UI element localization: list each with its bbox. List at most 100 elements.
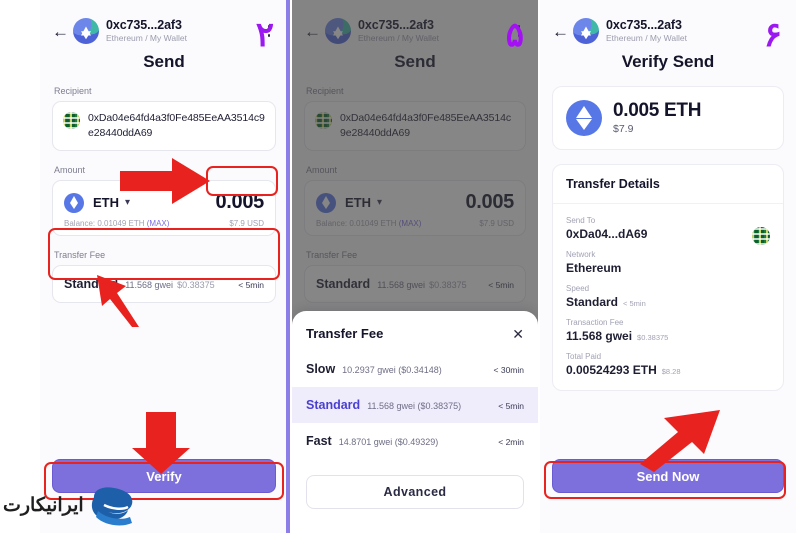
fee-gwei: 11.568 gwei	[377, 280, 426, 291]
detail-value: 11.568 gwei $0.38375	[566, 329, 770, 343]
page-title: Send	[394, 52, 436, 71]
fee-option-slow[interactable]: Slow 10.2937 gwei ($0.34148) < 30min	[292, 351, 538, 387]
detail-row-total-paid: Total Paid 0.00524293 ETH $8.28	[566, 352, 770, 377]
screen-verify-send-step6: ۶ ← 0xc735...2af3 Ethereum / My Wallet V…	[540, 0, 796, 533]
recipient-field[interactable]: 0xDa04e64fd4a3f0Fe485EeAA3514c9e28440ddA…	[52, 101, 276, 152]
detail-value-main: Standard	[566, 295, 619, 309]
wallet-subtitle: Ethereum / My Wallet	[106, 32, 187, 43]
wallet-address[interactable]: 0xc735...2af3	[358, 18, 505, 32]
transfer-fee-bottom-sheet: Transfer Fee ✕ Slow 10.2937 gwei ($0.341…	[292, 311, 538, 533]
amount-value[interactable]: 0.005	[215, 191, 264, 214]
page-left-margin	[0, 0, 40, 533]
amount-value[interactable]: 0.005	[465, 191, 514, 214]
detail-value: 0xDa04...dA69	[566, 227, 648, 241]
chevron-down-icon[interactable]: ▾	[125, 197, 130, 208]
watermark-logo-icon	[91, 487, 133, 526]
panel-divider-1	[286, 0, 290, 533]
transfer-fee-label: Transfer Fee	[54, 250, 106, 261]
balance-amount: Balance: 0.01049 ETH	[64, 219, 145, 229]
recipient-field[interactable]: 0xDa04e64fd4a3f0Fe485EeAA3514c9e28440ddA…	[304, 101, 526, 152]
sheet-title: Transfer Fee	[306, 326, 384, 341]
transfer-fee-section-2: Transfer Fee Standard 11.568 gwei $0.383…	[292, 250, 538, 304]
balance-amount: Balance: 0.01049 ETH	[316, 219, 397, 229]
app-header-1: ← 0xc735...2af3 Ethereum / My Wallet Sen…	[40, 0, 288, 72]
detail-label: Send To	[566, 216, 596, 225]
send-now-button-wrap: Send Now	[552, 459, 784, 493]
screen-send-step2: ۲ ← 0xc735...2af3 Ethereum / My Wallet S…	[40, 0, 288, 533]
max-button[interactable]: (MAX)	[147, 219, 170, 228]
fee-option-eta: < 2min	[498, 437, 524, 447]
recipient-address: 0xDa04e64fd4a3f0Fe485EeAA3514c9e28440ddA…	[88, 112, 265, 140]
fee-option-name: Fast	[306, 434, 332, 448]
fee-option-detail: 11.568 gwei ($0.38375)	[367, 401, 462, 411]
wallet-address[interactable]: 0xc735...2af3	[106, 18, 255, 32]
watermark: ایرانیکارت	[0, 485, 138, 531]
amount-label: Amount	[306, 165, 338, 176]
back-arrow-icon[interactable]: ←	[304, 23, 321, 40]
close-icon[interactable]: ✕	[512, 327, 524, 341]
send-now-button[interactable]: Send Now	[552, 459, 784, 493]
back-arrow-icon[interactable]: ←	[52, 23, 69, 40]
amount-usd: $7.9 USD	[229, 219, 264, 229]
recipient-section-1: Recipient 0xDa04e64fd4a3f0Fe485EeAA3514c…	[40, 86, 288, 152]
wallet-avatar-icon	[73, 18, 99, 44]
fee-option-eta: < 5min	[498, 401, 524, 411]
detail-row-send-to: Send To 0xDa04...dA69	[566, 216, 770, 245]
fee-option-name: Slow	[306, 362, 336, 376]
amount-field[interactable]: ETH ▾ 0.005 Balance: 0.01049 ETH (MAX) $…	[52, 180, 276, 237]
page-right-margin	[796, 0, 800, 533]
max-button[interactable]: (MAX)	[399, 219, 422, 228]
recipient-address: 0xDa04e64fd4a3f0Fe485EeAA3514c9e28440ddA…	[340, 112, 511, 140]
fee-option-detail: 14.8701 gwei ($0.49329)	[338, 437, 439, 447]
transfer-details-card: Transfer Details Send To 0xDa04...dA69 N…	[552, 164, 784, 391]
wallet-subtitle: Ethereum / My Wallet	[358, 32, 439, 43]
recipient-label: Recipient	[306, 86, 344, 96]
transfer-fee-row[interactable]: Standard 11.568 gwei $0.38375 < 5min	[52, 265, 276, 304]
screenshot-root: ۲ ← 0xc735...2af3 Ethereum / My Wallet S…	[0, 0, 800, 533]
wallet-address[interactable]: 0xc735...2af3	[606, 18, 784, 32]
fee-option-eta: < 30min	[493, 365, 524, 375]
detail-value-sub: $8.28	[661, 367, 681, 376]
amount-label: Amount	[54, 165, 86, 176]
app-header-2: ← 0xc735...2af3 Ethereum / My Wallet Sen…	[292, 0, 538, 72]
advanced-button[interactable]: Advanced	[306, 475, 524, 509]
wallet-avatar-icon	[325, 18, 351, 44]
transfer-fee-row[interactable]: Standard 11.568 gwei $0.38375 < 5min	[304, 265, 526, 304]
chevron-down-icon[interactable]: ▾	[377, 197, 382, 208]
step-number-badge-2: ۵	[505, 16, 524, 54]
detail-label: Speed	[566, 284, 590, 293]
detail-value-sub: $0.38375	[637, 333, 669, 342]
back-arrow-icon[interactable]: ←	[552, 23, 569, 40]
detail-label: Total Paid	[566, 352, 602, 361]
detail-value-sub: < 5min	[623, 299, 646, 308]
transfer-fee-label: Transfer Fee	[306, 250, 358, 261]
fee-option-standard[interactable]: Standard 11.568 gwei ($0.38375) < 5min	[292, 387, 538, 423]
step-number-badge-1: ۲	[255, 16, 274, 54]
wallet-avatar-icon	[573, 18, 599, 44]
amount-section-1: Amount ETH ▾ 0.005 Balance: 0.01049 ETH …	[40, 165, 288, 237]
detail-row-network: Network Ethereum	[566, 250, 770, 275]
page-title: Send	[143, 52, 185, 71]
app-header-3: ← 0xc735...2af3 Ethereum / My Wallet Ver…	[540, 0, 796, 72]
recipient-section-2: Recipient 0xDa04e64fd4a3f0Fe485EeAA3514c…	[292, 86, 538, 152]
fee-option-fast[interactable]: Fast 14.8701 gwei ($0.49329) < 2min	[292, 423, 538, 459]
eth-coin-icon	[566, 100, 602, 136]
amount-field[interactable]: ETH ▾ 0.005 Balance: 0.01049 ETH (MAX) $…	[304, 180, 526, 237]
summary-amount: 0.005 ETH	[613, 99, 702, 121]
detail-value: Ethereum	[566, 261, 622, 275]
page-title: Verify Send	[621, 52, 715, 71]
fee-usd: $0.38375	[177, 280, 215, 291]
detail-value-main: 0.00524293 ETH	[566, 363, 657, 377]
detail-value-main: 11.568 gwei	[566, 329, 633, 343]
summary-usd: $7.9	[613, 123, 634, 136]
balance-text: Balance: 0.01049 ETH (MAX)	[64, 219, 169, 228]
eth-coin-icon	[64, 192, 84, 213]
fee-usd: $0.38375	[429, 280, 467, 291]
wallet-subtitle: Ethereum / My Wallet	[606, 32, 687, 43]
address-blockie-icon	[752, 227, 770, 245]
address-blockie-icon	[63, 112, 80, 129]
detail-label: Transaction Fee	[566, 318, 624, 327]
detail-row-speed: Speed Standard < 5min	[566, 284, 770, 309]
detail-label: Network	[566, 250, 596, 259]
transfer-fee-section-1: Transfer Fee Standard 11.568 gwei $0.383…	[40, 250, 288, 304]
